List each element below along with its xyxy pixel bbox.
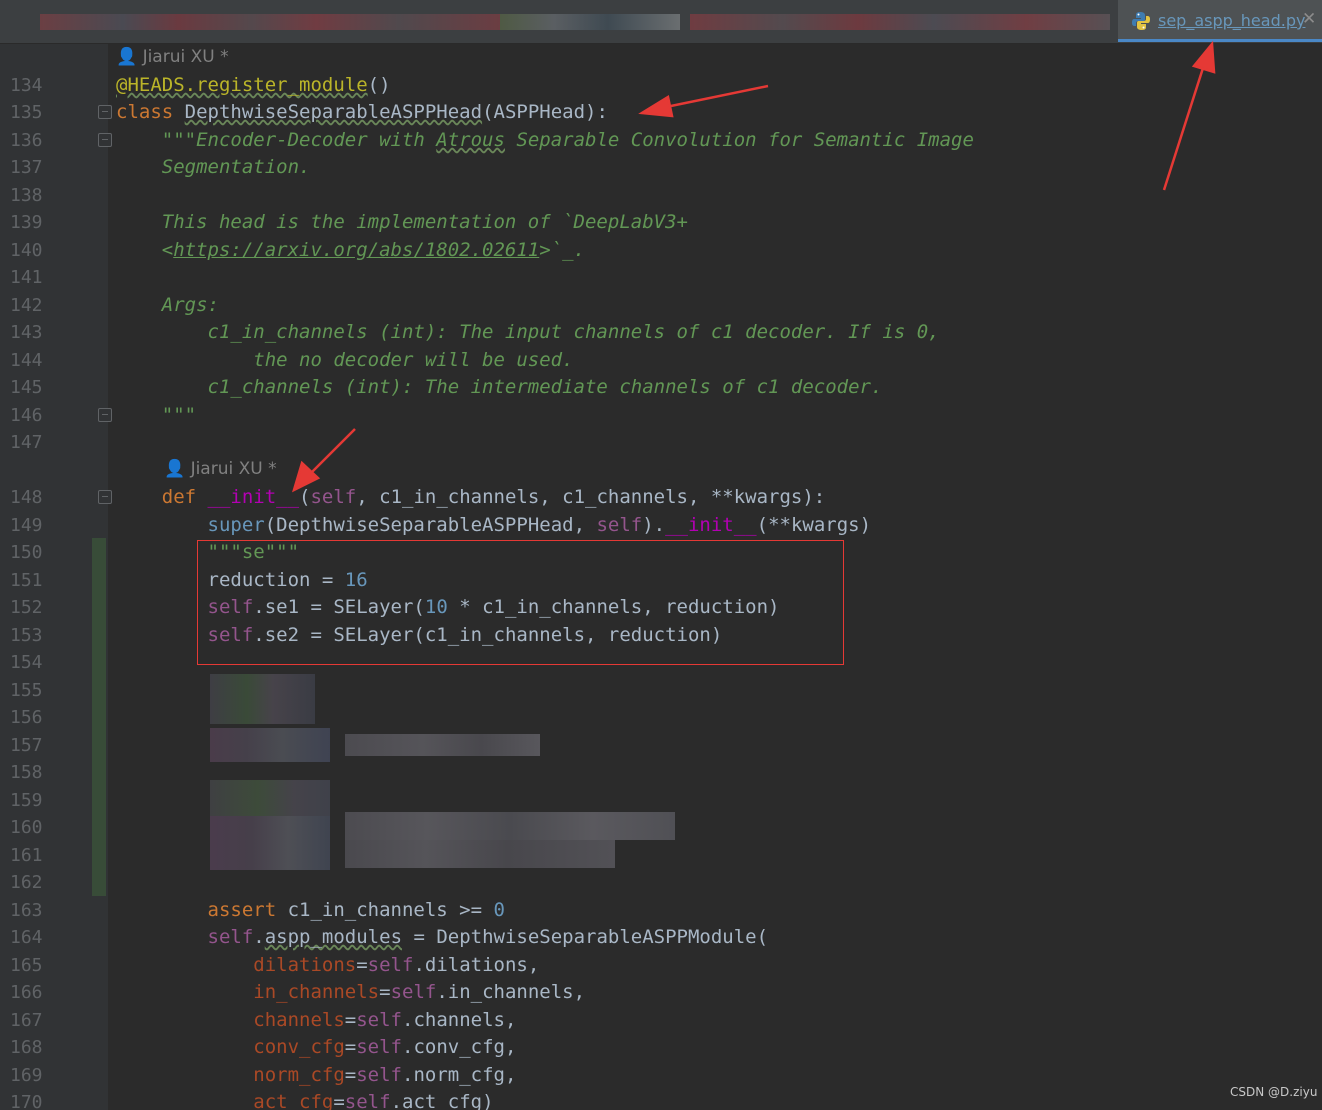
line-number: 165: [10, 955, 43, 976]
line-number: 136: [10, 130, 43, 151]
fold-marker-icon[interactable]: [98, 105, 112, 119]
editor-tab-bar: sep_aspp_head.py ✕: [0, 0, 1322, 44]
line-number: 138: [10, 185, 43, 206]
tab-sep-aspp-head[interactable]: sep_aspp_head.py ✕: [1118, 0, 1322, 42]
line-number: 137: [10, 157, 43, 178]
line-number: 142: [10, 295, 43, 316]
line-number: 144: [10, 350, 43, 371]
python-file-icon: [1132, 12, 1150, 30]
line-number: 149: [10, 515, 43, 536]
line-number: 155: [10, 680, 43, 701]
line-number: 148: [10, 487, 43, 508]
code-line-137: Segmentation.: [116, 156, 311, 178]
code-line-163: assert c1_in_channels >= 0: [116, 899, 505, 921]
line-number: 135: [10, 102, 43, 123]
code-line-170: act_cfg=self.act_cfg): [116, 1091, 494, 1110]
line-number: 152: [10, 597, 43, 618]
line-number: 145: [10, 377, 43, 398]
line-number: 161: [10, 845, 43, 866]
code-author-hint: 👤 Jiarui XU *: [116, 47, 229, 67]
arrow-head: [638, 95, 674, 118]
code-line-148: def __init__(self, c1_in_channels, c1_ch…: [116, 486, 826, 508]
line-number: 169: [10, 1065, 43, 1086]
close-icon[interactable]: ✕: [1302, 9, 1316, 29]
line-number: 170: [10, 1092, 43, 1110]
annotation-arrow: [665, 84, 769, 109]
fold-marker-icon[interactable]: [98, 133, 112, 147]
line-number: 143: [10, 322, 43, 343]
vcs-change-marker[interactable]: [92, 538, 106, 896]
line-number: 157: [10, 735, 43, 756]
tab-label: sep_aspp_head.py: [1158, 11, 1306, 30]
line-number: 154: [10, 652, 43, 673]
line-number: 164: [10, 927, 43, 948]
line-number: 141: [10, 267, 43, 288]
code-line-134: @HEADS.register_module(): [116, 74, 391, 96]
line-number: 163: [10, 900, 43, 921]
code-line-169: norm_cfg=self.norm_cfg,: [116, 1064, 517, 1086]
line-number: 146: [10, 405, 43, 426]
blurred-code-region: [210, 780, 330, 816]
line-number: 150: [10, 542, 43, 563]
code-line-167: channels=self.channels,: [116, 1009, 517, 1031]
blurred-tab-region: [690, 14, 1110, 30]
code-line-140: <https://arxiv.org/abs/1802.02611>`_.: [116, 239, 586, 261]
code-line-136: """Encoder-Decoder with Atrous Separable…: [116, 129, 974, 151]
line-number: 160: [10, 817, 43, 838]
line-number: 134: [10, 75, 43, 96]
blurred-code-region: [210, 728, 330, 762]
code-line-135: class DepthwiseSeparableASPPHead(ASPPHea…: [116, 101, 608, 123]
blurred-tab-region: [40, 14, 500, 30]
fold-marker-icon[interactable]: [98, 408, 112, 422]
highlight-box: [197, 540, 844, 665]
code-line-142: Args:: [116, 294, 219, 316]
line-number: 159: [10, 790, 43, 811]
line-number: 140: [10, 240, 43, 261]
code-line-164: self.aspp_modules = DepthwiseSeparableAS…: [116, 926, 769, 948]
arrow-head: [1191, 40, 1216, 74]
code-author-hint: 👤 Jiarui XU *: [164, 459, 277, 479]
code-line-166: in_channels=self.in_channels,: [116, 981, 586, 1003]
blurred-code-region: [210, 816, 330, 870]
code-line-139: This head is the implementation of `Deep…: [116, 211, 688, 233]
code-line-168: conv_cfg=self.conv_cfg,: [116, 1036, 517, 1058]
blurred-code-region: [345, 840, 615, 868]
code-line-146: """: [116, 404, 197, 426]
code-line-144: the no decoder will be used.: [116, 349, 574, 371]
line-number: 168: [10, 1037, 43, 1058]
code-line-165: dilations=self.dilations,: [116, 954, 540, 976]
line-number: 158: [10, 762, 43, 783]
line-number: 153: [10, 625, 43, 646]
blurred-tab-region: [500, 14, 680, 30]
code-line-143: c1_in_channels (int): The input channels…: [116, 321, 940, 343]
line-number: 156: [10, 707, 43, 728]
watermark: CSDN @D.ziyu: [1230, 1085, 1318, 1099]
blurred-code-region: [345, 734, 540, 756]
line-number: 147: [10, 432, 43, 453]
line-number: 167: [10, 1010, 43, 1031]
code-line-149: super(DepthwiseSeparableASPPHead, self).…: [116, 514, 872, 536]
blurred-code-region: [345, 812, 675, 840]
line-number: 166: [10, 982, 43, 1003]
code-line-145: c1_channels (int): The intermediate chan…: [116, 376, 883, 398]
annotation-arrow: [1162, 67, 1205, 191]
line-number: 162: [10, 872, 43, 893]
fold-marker-icon[interactable]: [98, 490, 112, 504]
blurred-code-region: [210, 674, 315, 724]
annotation-arrow: [309, 428, 356, 475]
line-number: 139: [10, 212, 43, 233]
line-number: 151: [10, 570, 43, 591]
